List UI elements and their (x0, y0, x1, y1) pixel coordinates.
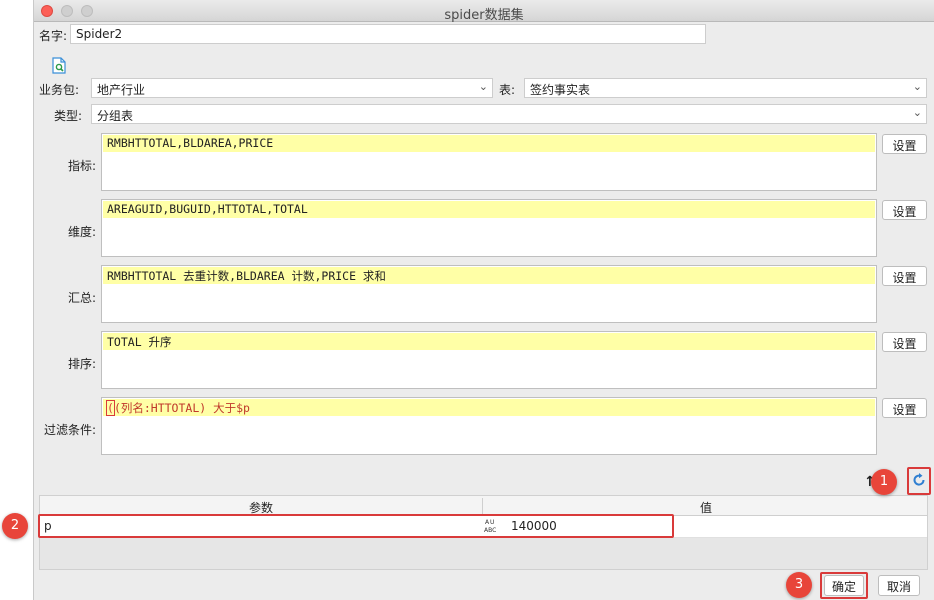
type-select[interactable]: 分组表 ⌄ (91, 104, 927, 124)
summary-label: 汇总: (67, 291, 96, 305)
filter-value: (列名:HTTOTAL) 大于$p (113, 401, 250, 415)
chevron-down-icon: ⌄ (478, 80, 488, 93)
package-label: 业务包: (39, 83, 80, 97)
annotation-badge-1: 1 (871, 469, 897, 495)
package-value: 地产行业 (97, 83, 146, 97)
type-label: 类型: (54, 109, 83, 123)
param-row-highlight (38, 514, 674, 538)
dialog-window: spider数据集 名字: Spider2 业务包: 地产行业 ⌄ 表: 签约事… (33, 0, 934, 600)
title-bar: spider数据集 (34, 0, 934, 23)
preview-doc-icon[interactable] (52, 57, 66, 77)
table-select[interactable]: 签约事实表 ⌄ (524, 78, 927, 98)
summary-value: RMBHTTOTAL 去重计数,BLDAREA 计数,PRICE 求和 (103, 267, 875, 284)
metrics-label: 指标: (67, 159, 96, 173)
dimensions-value: AREAGUID,BUGUID,HTTOTAL,TOTAL (103, 201, 875, 218)
metrics-field[interactable]: RMBHTTOTAL,BLDAREA,PRICE (101, 133, 877, 191)
dimensions-settings-button[interactable]: 设置 (882, 200, 927, 220)
summary-settings-button[interactable]: 设置 (882, 266, 927, 286)
package-select[interactable]: 地产行业 ⌄ (91, 78, 493, 98)
table-value: 签约事实表 (530, 83, 591, 97)
filter-label: 过滤条件: (43, 423, 96, 437)
type-value: 分组表 (97, 109, 134, 123)
filter-value-line: ((列名:HTTOTAL) 大于$p (103, 399, 875, 416)
cancel-button[interactable]: 取消 (878, 575, 920, 596)
name-input[interactable]: Spider2 (70, 24, 706, 44)
params-header: 参数 值 (40, 496, 927, 516)
chevron-down-icon: ⌄ (912, 80, 922, 93)
filter-settings-button[interactable]: 设置 (882, 398, 927, 418)
chevron-down-icon: ⌄ (912, 106, 922, 119)
metrics-value: RMBHTTOTAL,BLDAREA,PRICE (103, 135, 875, 152)
table-label: 表: (499, 83, 516, 97)
filter-open-paren: ( (106, 400, 115, 416)
ok-highlight (820, 572, 868, 599)
filter-field[interactable]: ((列名:HTTOTAL) 大于$p (101, 397, 877, 455)
sort-settings-button[interactable]: 设置 (882, 332, 927, 352)
dimensions-field[interactable]: AREAGUID,BUGUID,HTTOTAL,TOTAL (101, 199, 877, 257)
summary-field[interactable]: RMBHTTOTAL 去重计数,BLDAREA 计数,PRICE 求和 (101, 265, 877, 323)
sort-field[interactable]: TOTAL 升序 (101, 331, 877, 389)
window-title: spider数据集 (444, 8, 524, 23)
sort-label: 排序: (67, 357, 96, 371)
refresh-highlight (907, 467, 931, 495)
dimensions-label: 维度: (67, 225, 96, 239)
annotation-badge-3: 3 (786, 572, 812, 598)
annotation-badge-2: 2 (2, 513, 28, 539)
metrics-settings-button[interactable]: 设置 (882, 134, 927, 154)
name-label: 名字: (39, 29, 68, 43)
sort-value: TOTAL 升序 (103, 333, 875, 350)
